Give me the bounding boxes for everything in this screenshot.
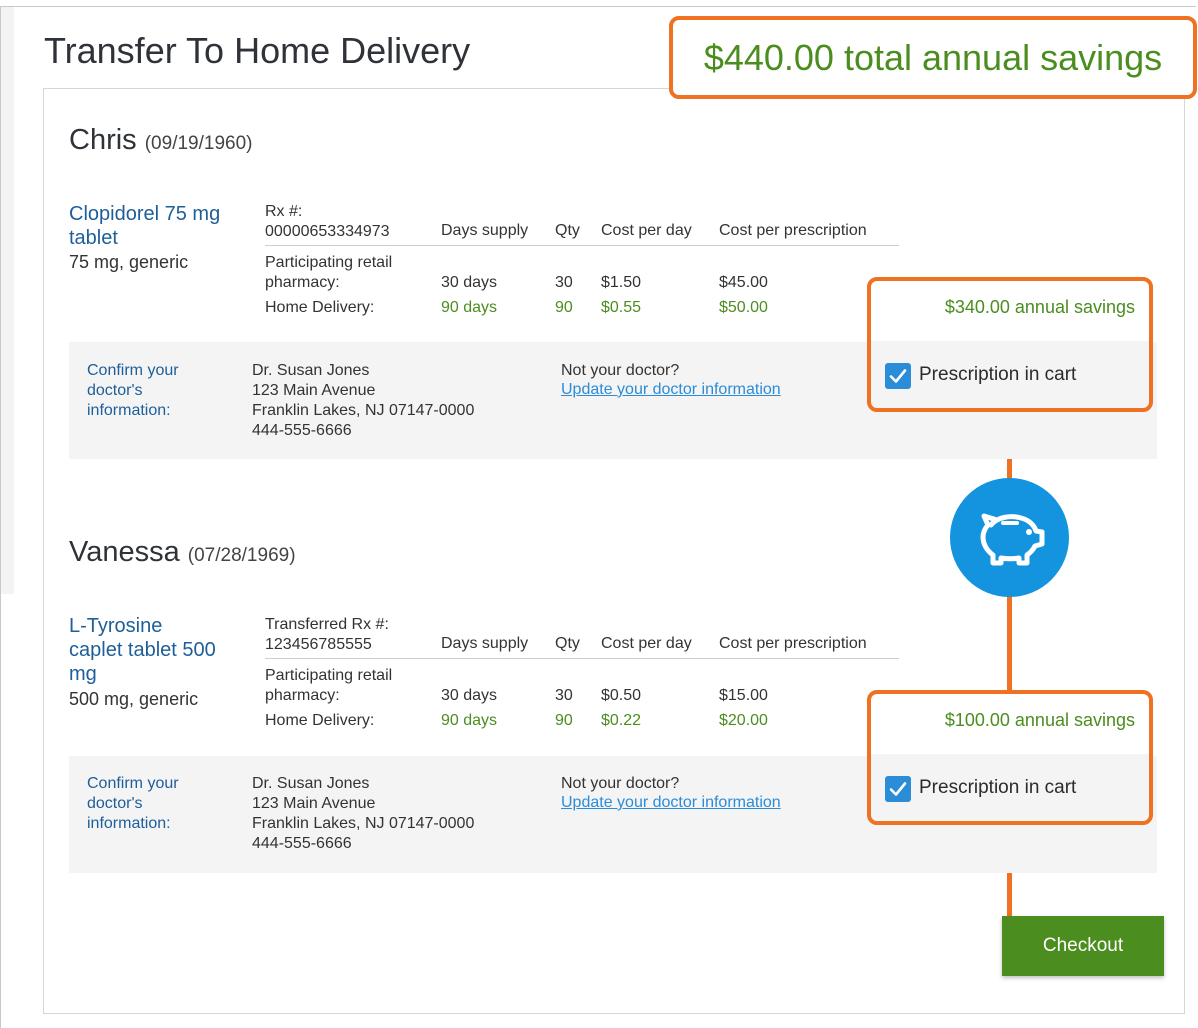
total-savings-callout: $440.00 total annual savings [669,16,1197,99]
retail-label: Participating retail pharmacy: [265,253,392,293]
home-cost-per-rx: $50.00 [719,299,768,316]
medication-name[interactable]: Clopidorel 75 mg tablet [69,202,220,250]
home-delivery-label: Home Delivery: [265,299,375,316]
doctor-street: 123 Main Avenue [252,795,376,812]
prescription-in-cart-label[interactable]: Prescription in cart [919,777,1076,799]
retail-cost-per-day: $0.50 [601,687,642,704]
patient-first-name: Vanessa [69,536,180,568]
rx-label: Rx #: [265,203,303,220]
patient-dob: (07/28/1969) [187,545,296,566]
doctor-address: Dr. Susan Jones 123 Main Avenue Franklin… [252,361,474,441]
home-qty: 90 [555,712,573,729]
medication-name-line: caplet tablet 500 [69,639,216,661]
col-days-supply: Days supply [441,635,529,652]
checkmark-icon [889,782,907,796]
retail-qty: 30 [555,687,573,704]
retail-cost-per-rx: $45.00 [719,274,768,291]
patient-name: Chris (09/19/1960) [69,124,252,157]
doctor-phone: 444-555-6666 [252,422,352,439]
home-cost-per-rx: $20.00 [719,712,768,729]
annual-savings-text: $340.00 annual savings [944,297,1135,317]
piggy-bank-badge [950,478,1069,597]
doctor-city: Franklin Lakes, NJ 07147-0000 [252,815,475,832]
home-days: 90 days [441,712,498,729]
table-divider [265,245,899,246]
col-qty: Qty [555,635,580,652]
retail-label-line: pharmacy: [265,687,340,704]
confirm-label-line: information: [87,402,171,419]
doctor-name: Dr. Susan Jones [252,775,370,792]
col-cost-per-prescription: Cost per prescription [719,222,867,239]
rx-label: Transferred Rx #: [265,616,389,633]
patient-first-name: Chris [69,124,137,156]
doctor-phone: 444-555-6666 [252,835,352,852]
confirm-label-line: information: [87,815,171,832]
rx-value: 123456785555 [265,636,372,653]
patient-name: Vanessa (07/28/1969) [69,536,296,569]
patient-dob: (09/19/1960) [144,133,253,154]
retail-label-line: pharmacy: [265,274,340,291]
rx-value: 00000653334973 [265,223,390,240]
prescription-in-cart-label[interactable]: Prescription in cart [919,364,1076,386]
retail-cost-per-day: $1.50 [601,274,642,291]
home-cost-per-day: $0.22 [601,712,642,729]
cart-callout: $340.00 annual savings Prescription in c… [867,277,1153,412]
medication-name-line: Clopidorel 75 mg [69,203,221,225]
col-qty: Qty [555,222,580,239]
piggy-bank-icon [980,513,1044,565]
retail-label: Participating retail pharmacy: [265,666,392,706]
doctor-address: Dr. Susan Jones 123 Main Avenue Franklin… [252,774,474,854]
medication-name-line: mg [69,663,97,685]
home-delivery-label: Home Delivery: [265,712,375,729]
medication-detail: 75 mg, generic [69,252,189,272]
doctor-city: Franklin Lakes, NJ 07147-0000 [252,402,475,419]
update-doctor-link[interactable]: Update your doctor information [561,794,781,812]
rx-number: Transferred Rx #: 123456785555 [265,615,389,655]
medication-name-line: tablet [69,227,118,249]
checkmark-icon [889,369,907,383]
connector-line-mid [1007,594,1012,690]
annual-savings-text: $100.00 annual savings [944,710,1135,730]
checkout-button[interactable]: Checkout [1002,916,1164,976]
not-your-doctor-text: Not your doctor? [561,362,680,379]
home-days: 90 days [441,299,498,316]
col-cost-per-prescription: Cost per prescription [719,635,867,652]
home-qty: 90 [555,299,573,316]
doctor-name: Dr. Susan Jones [252,362,370,379]
cart-callout: $100.00 annual savings Prescription in c… [867,690,1153,825]
not-your-doctor-text: Not your doctor? [561,775,680,792]
total-savings-text: $440.00 total annual savings [703,36,1163,78]
confirm-label-line: Confirm your [87,775,179,792]
retail-days: 30 days [441,274,498,291]
confirm-doctor-label: Confirm your doctor's information: [87,361,179,421]
home-cost-per-day: $0.55 [601,299,642,316]
medication-name-line: L-Tyrosine [69,615,163,637]
confirm-label-line: doctor's [87,795,143,812]
prescription-in-cart-checkbox[interactable] [885,776,911,802]
col-cost-per-day: Cost per day [601,635,692,652]
medication-detail: 500 mg, generic [69,689,199,709]
update-doctor-link[interactable]: Update your doctor information [561,381,781,399]
rx-number: Rx #: 00000653334973 [265,202,390,242]
confirm-label-line: doctor's [87,382,143,399]
retail-cost-per-rx: $15.00 [719,687,768,704]
retail-days: 30 days [441,687,498,704]
retail-qty: 30 [555,274,573,291]
col-days-supply: Days supply [441,222,529,239]
confirm-label-line: Confirm your [87,362,179,379]
table-divider [265,658,899,659]
retail-label-line: Participating retail [265,254,393,271]
col-cost-per-day: Cost per day [601,222,692,239]
doctor-street: 123 Main Avenue [252,382,376,399]
prescription-in-cart-checkbox[interactable] [885,363,911,389]
confirm-doctor-label: Confirm your doctor's information: [87,774,179,834]
retail-label-line: Participating retail [265,667,393,684]
page-title: Transfer To Home Delivery [44,30,471,71]
medication-name[interactable]: L-Tyrosine caplet tablet 500 mg [69,614,216,686]
